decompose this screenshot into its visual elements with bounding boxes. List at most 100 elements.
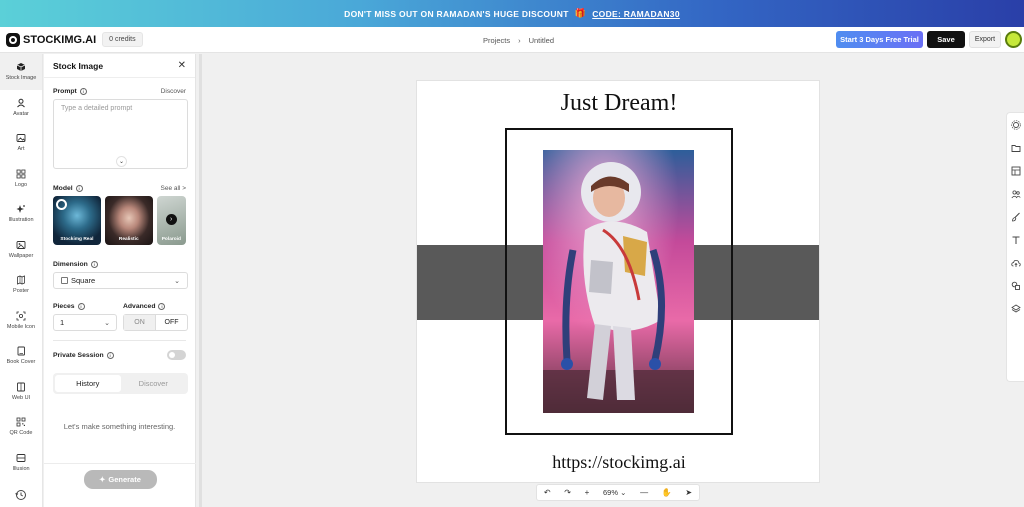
folder-icon[interactable] (1010, 142, 1022, 154)
rail-label: Mobile Icon (6, 323, 36, 330)
prompt-input[interactable]: Type a detailed prompt ⌄ (53, 99, 188, 169)
rail-label: Illusion (12, 465, 30, 472)
info-icon[interactable]: i (106, 351, 114, 359)
gift-icon: 🎁 (574, 8, 587, 18)
top-bar: STOCKIMG.AI 0 credits Projects › Untitle… (0, 27, 1024, 53)
pieces-label: Pieces i (53, 303, 117, 310)
prompt-discover-link[interactable]: Discover (161, 88, 186, 95)
layout-icon[interactable] (1010, 165, 1022, 177)
model-card-realistic[interactable]: Realistic (104, 196, 153, 245)
logo-icon (6, 32, 20, 47)
credits-badge[interactable]: 0 credits (102, 32, 143, 47)
generate-area: ✦ Generate (44, 463, 196, 489)
user-icon (17, 98, 25, 108)
rail-item-wallpaper[interactable]: Wallpaper (0, 232, 42, 268)
promo-banner[interactable]: DON'T MISS OUT ON RAMADAN'S HUGE DISCOUN… (0, 0, 1024, 27)
free-trial-button[interactable]: Start 3 Days Free Trial (836, 31, 923, 48)
breadcrumb-projects[interactable]: Projects (483, 36, 510, 45)
history-icon[interactable] (15, 489, 27, 501)
dimension-label: Dimension i (53, 261, 186, 268)
rail-item-qr-code[interactable]: QR Code (0, 409, 42, 445)
right-toolbar (1006, 112, 1024, 382)
sparkle-icon (16, 205, 25, 214)
tab-history[interactable]: History (55, 375, 121, 392)
brush-icon[interactable] (1010, 211, 1022, 223)
user-avatar[interactable] (1005, 31, 1022, 48)
export-button[interactable]: Export (969, 31, 1001, 48)
canvas-area[interactable]: Just Dream! https://stockimg.ai ↶ ↷ + 69… (199, 54, 1024, 507)
model-card-stockimg-real[interactable]: Stockimg Real (53, 196, 101, 245)
canvas-url-text[interactable]: https://stockimg.ai (417, 452, 819, 473)
brand-logo[interactable]: STOCKIMG.AI (6, 32, 97, 47)
tab-discover[interactable]: Discover (121, 375, 187, 392)
settings-icon[interactable] (1010, 119, 1022, 131)
chevron-down-icon: ⌄ (104, 319, 110, 327)
web-icon (17, 382, 25, 392)
qr-icon (16, 417, 26, 427)
grid-icon (16, 169, 26, 179)
banner-text: DON'T MISS OUT ON RAMADAN'S HUGE DISCOUN… (344, 8, 569, 19)
generate-button[interactable]: ✦ Generate (83, 470, 157, 489)
layers-icon[interactable] (1010, 303, 1022, 315)
prompt-placeholder: Type a detailed prompt (61, 105, 133, 112)
book-icon (17, 346, 25, 356)
panel-header: Stock Image ✕ (44, 54, 195, 78)
image-icon (16, 134, 26, 143)
info-icon[interactable]: i (79, 88, 87, 95)
text-icon[interactable] (1010, 234, 1022, 246)
rail-item-art[interactable]: Art (0, 125, 42, 161)
info-icon[interactable]: i (75, 185, 83, 192)
breadcrumb-current[interactable]: Untitled (529, 36, 554, 45)
upload-icon[interactable] (1010, 257, 1022, 269)
dimension-select[interactable]: Square ⌄ (53, 272, 188, 289)
rail-item-poster[interactable]: Poster (0, 267, 42, 303)
info-icon[interactable]: i (90, 261, 98, 268)
advanced-off-button[interactable]: OFF (156, 315, 187, 330)
info-icon[interactable]: i (158, 303, 166, 310)
private-session-switch[interactable] (167, 350, 186, 360)
undo-icon[interactable]: ↶ (544, 488, 551, 497)
rail-item-mobile-icon[interactable]: Mobile Icon (0, 303, 42, 339)
arrow-right-icon[interactable]: › (165, 214, 177, 225)
info-icon[interactable]: i (77, 303, 85, 310)
design-canvas[interactable]: Just Dream! https://stockimg.ai (416, 80, 820, 483)
advanced-toggle: ON OFF (123, 314, 188, 331)
shapes-icon[interactable] (1010, 280, 1022, 292)
rail-item-web-ui[interactable]: Web UI (0, 374, 42, 410)
rail-item-avatar[interactable]: Avatar (0, 90, 42, 126)
model-card-polaroid[interactable]: › Polaroid (156, 196, 186, 245)
pointer-icon[interactable]: ➤ (685, 488, 692, 497)
advanced-on-button[interactable]: ON (124, 315, 156, 330)
zoom-out-icon[interactable]: — (640, 488, 648, 497)
rail-item-stock-image[interactable]: Stock Image (0, 54, 42, 90)
redo-icon[interactable]: ↷ (564, 488, 571, 497)
rail-label: Web UI (11, 394, 31, 401)
banner-code[interactable]: CODE: RAMADAN30 (592, 9, 680, 19)
sparkle-icon: ✦ (99, 475, 106, 484)
astronaut-image[interactable] (543, 150, 694, 413)
rail-item-illusion[interactable]: Illusion (0, 445, 42, 481)
brand-name: STOCKIMG.AI (23, 33, 97, 46)
cube-icon (16, 63, 26, 72)
wallpaper-icon (16, 240, 26, 249)
save-button[interactable]: Save (927, 31, 965, 48)
pieces-select[interactable]: 1 ⌄ (53, 314, 117, 331)
chevron-down-icon[interactable]: ⌄ (116, 156, 127, 167)
zoom-in-icon[interactable]: + (585, 488, 590, 497)
prompt-label: Prompt i (53, 88, 87, 95)
see-all-models-link[interactable]: See all > (161, 185, 186, 192)
rail-label: Illustration (8, 217, 34, 224)
model-label: Model i (53, 185, 83, 192)
chevron-right-icon: › (518, 36, 521, 45)
people-icon[interactable] (1010, 188, 1022, 200)
rail-item-logo[interactable]: Logo (0, 161, 42, 197)
square-icon (61, 277, 68, 284)
zoom-level[interactable]: 69% ⌄ (603, 488, 626, 497)
rail-item-book-cover[interactable]: Book Cover (0, 338, 42, 374)
rail-item-illustration[interactable]: Illustration (0, 196, 42, 232)
canvas-title-text[interactable]: Just Dream! (417, 90, 819, 117)
hand-icon[interactable]: ✋ (662, 488, 672, 497)
close-icon[interactable]: ✕ (178, 60, 186, 71)
model-list: Stockimg Real Realistic › Polaroid (53, 196, 186, 245)
breadcrumb: Projects › Untitled (483, 36, 554, 45)
